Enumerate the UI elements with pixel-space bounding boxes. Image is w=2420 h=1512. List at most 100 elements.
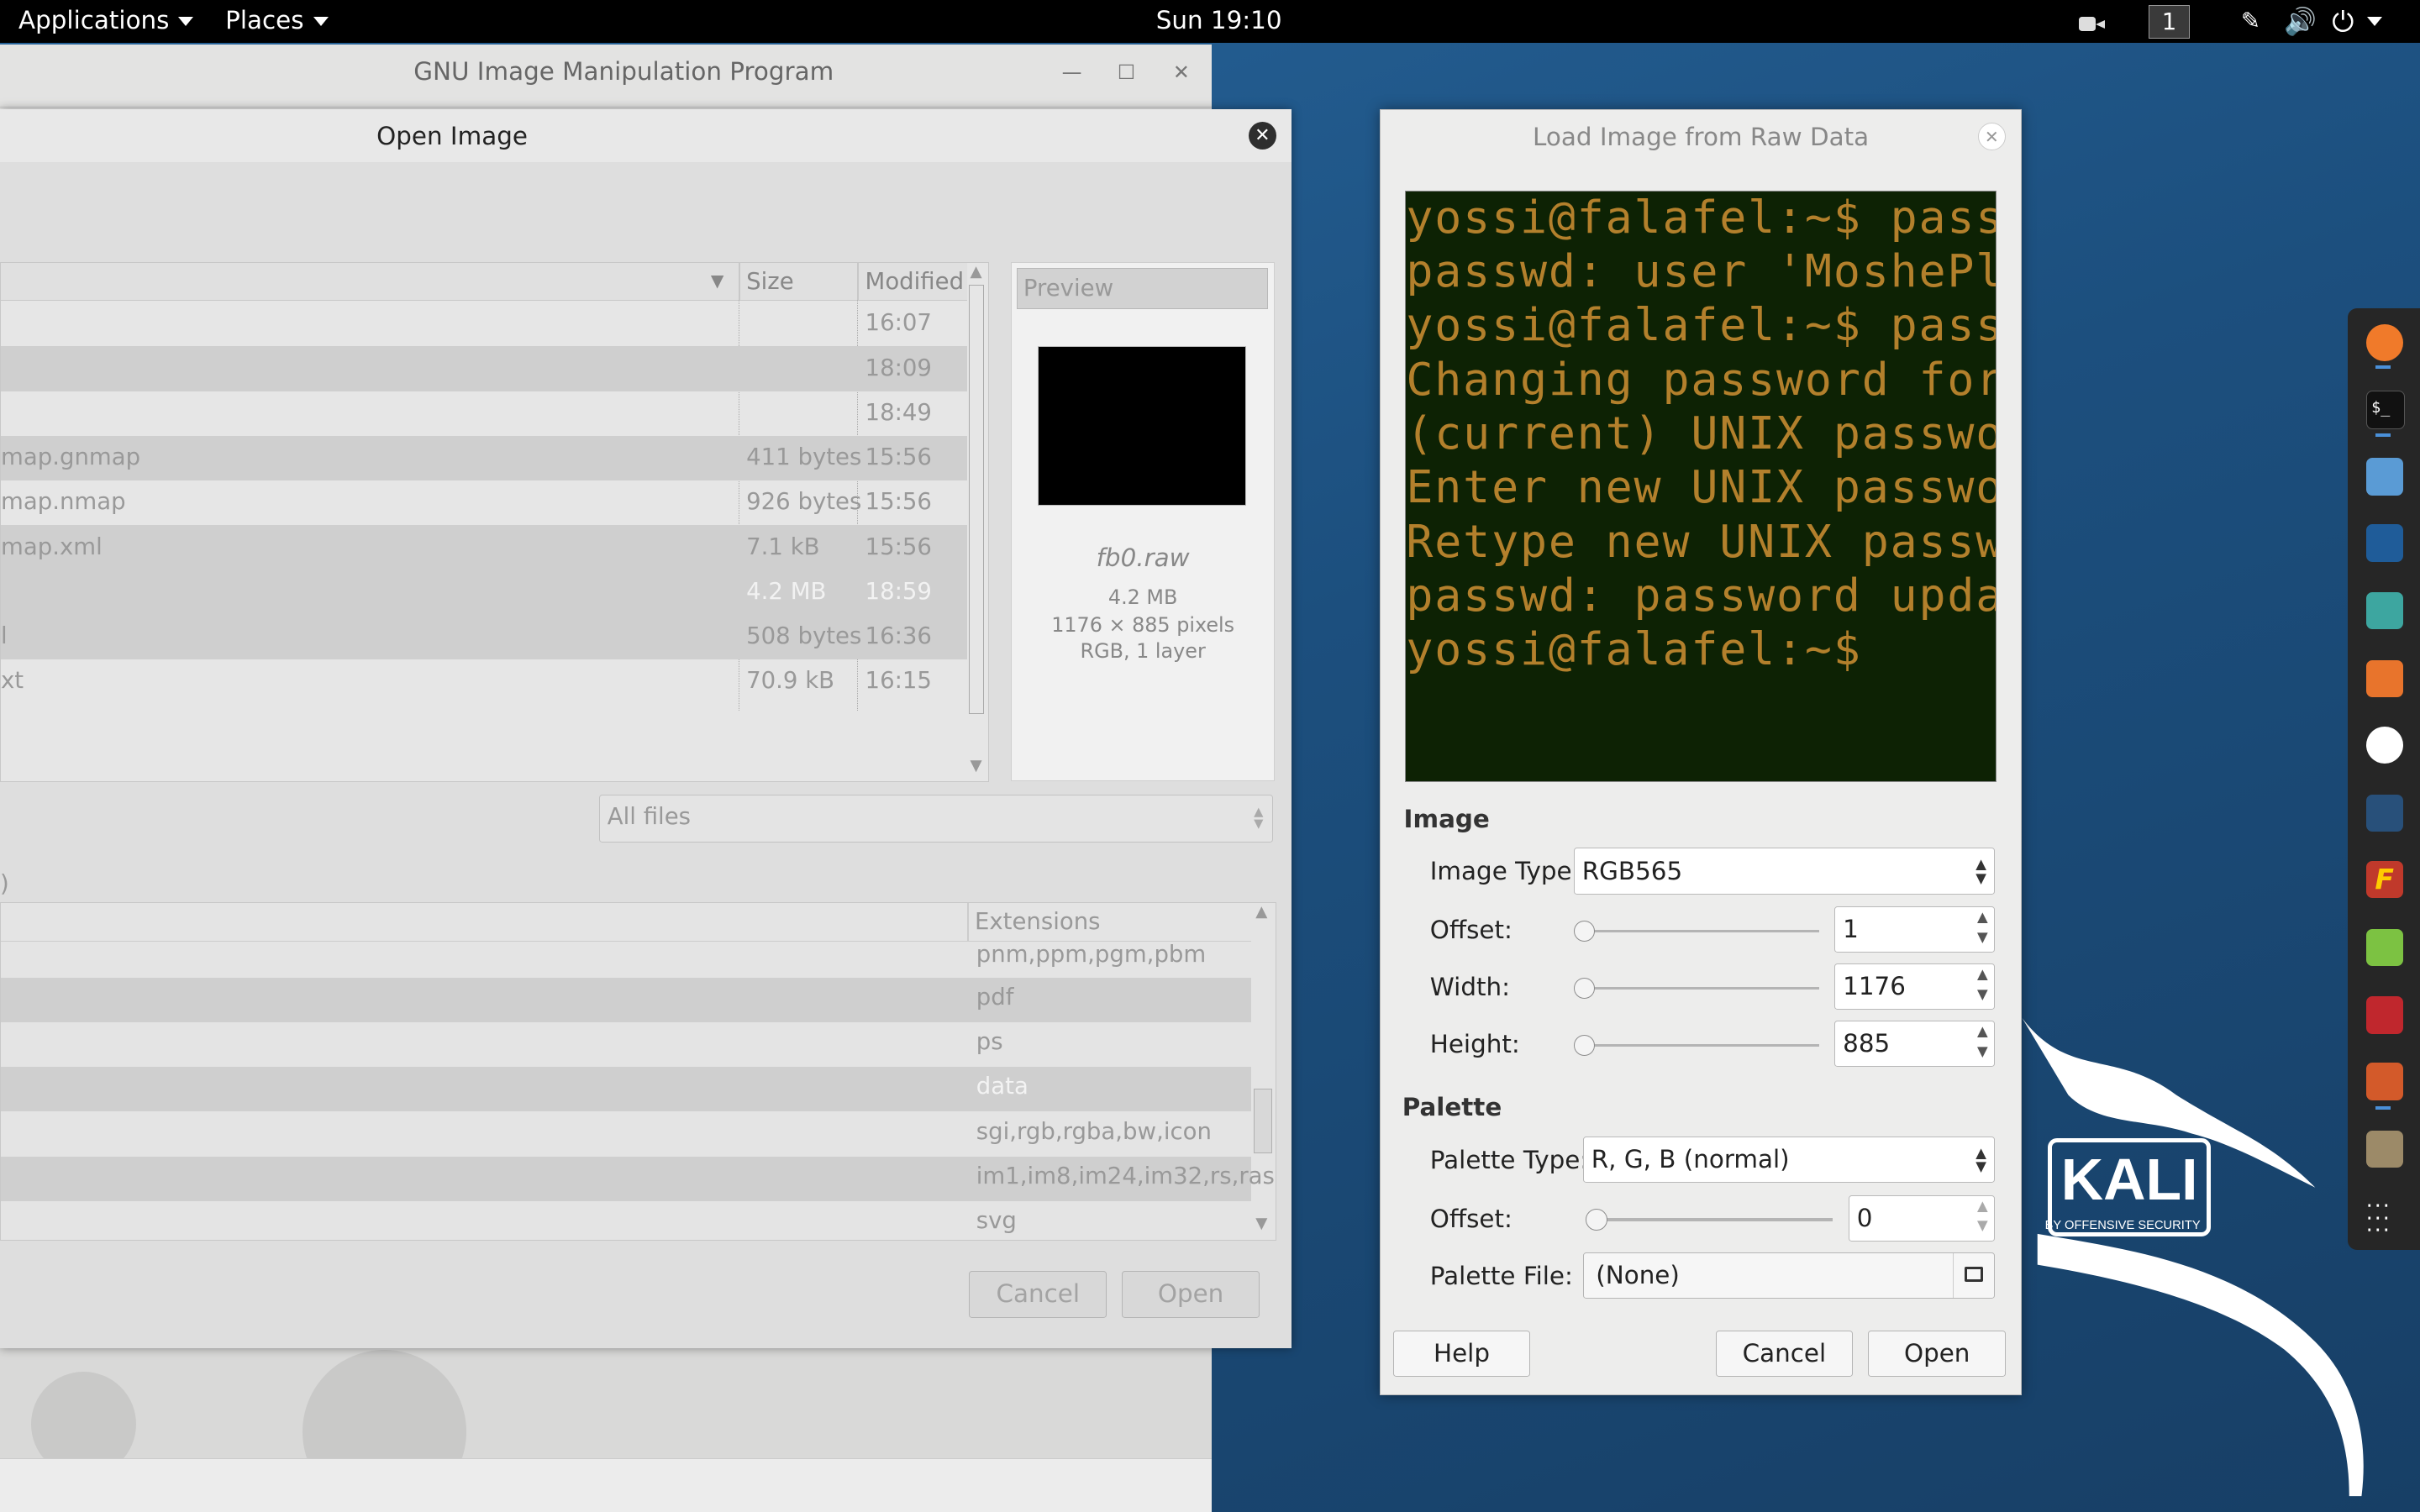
type-row-selected[interactable]: data — [1, 1067, 1251, 1112]
scroll-thumb[interactable] — [968, 284, 984, 714]
leafpad-icon[interactable] — [2365, 928, 2403, 966]
scroll-up-icon[interactable]: ▲ — [1255, 903, 1267, 921]
spinner-arrows-icon[interactable]: ▲ ▼ — [1971, 1196, 1995, 1241]
burpsuite-icon[interactable] — [2365, 660, 2403, 698]
file-row[interactable]: map.nmap 926 bytes 15:56 — [1, 480, 967, 525]
file-row[interactable]: map.gnmap 411 bytes 15:56 — [1, 435, 967, 481]
file-row[interactable]: l 508 bytes 16:36 — [1, 614, 967, 660]
folder-icon — [1953, 1252, 1994, 1298]
app-grid-icon[interactable]: ⋅⋅⋅ ⋅⋅⋅ ⋅⋅⋅ — [2366, 1195, 2403, 1242]
applications-label: Applications — [18, 6, 170, 35]
height-slider-knob[interactable] — [1573, 1034, 1596, 1057]
column-extensions[interactable]: Extensions — [975, 908, 1101, 935]
open-button[interactable]: Open — [1122, 1271, 1260, 1318]
file-row-selected[interactable]: 4.2 MB 18:59 — [1, 570, 967, 615]
scroll-thumb[interactable] — [1254, 1088, 1273, 1153]
beef-icon[interactable] — [2365, 727, 2403, 764]
offset-spinner[interactable]: 1 ▲ ▼ — [1833, 906, 1996, 953]
sort-arrow-icon[interactable]: ▼ — [711, 270, 724, 291]
places-menu[interactable]: Places — [225, 6, 329, 34]
close-icon[interactable]: ✕ — [1248, 122, 1276, 150]
applications-menu[interactable]: Applications — [18, 6, 194, 35]
type-row[interactable]: pnm,ppm,pgm,pbm — [1, 941, 1251, 974]
extensions-header: Extensions — [1, 903, 1251, 942]
file-row[interactable]: xt 70.9 kB 16:15 — [1, 659, 967, 704]
open-dialog-titlebar: Open Image ✕ — [0, 109, 1292, 162]
file-type-list[interactable]: Extensions pnm,ppm,pgm,pbm pdf ps data s… — [0, 902, 1277, 1241]
scroll-down-icon[interactable]: ▼ — [970, 757, 981, 774]
scroll-up-icon[interactable]: ▲ — [970, 263, 981, 281]
palette-offset-slider[interactable] — [1597, 1218, 1833, 1221]
kismet-icon[interactable] — [2365, 794, 2403, 832]
type-row[interactable]: svg — [1, 1201, 1251, 1238]
preview-header[interactable]: Preview — [1016, 267, 1269, 310]
armitage-icon[interactable] — [2365, 592, 2403, 630]
video-icon[interactable] — [2079, 11, 2107, 33]
type-row[interactable]: pdf — [1, 977, 1251, 1022]
palette-section-heading: Palette — [1402, 1093, 1502, 1122]
file-row[interactable]: 18:49 — [1, 391, 967, 436]
type-row[interactable]: ps — [1, 1022, 1251, 1067]
firefox-icon[interactable] — [2365, 323, 2403, 361]
column-modified[interactable]: Modified — [865, 268, 965, 295]
gimp-icon[interactable] — [2365, 1131, 2403, 1168]
terminal-line: Enter new UNIX passwor — [1406, 461, 1996, 514]
spinner-arrows-icon[interactable]: ▲ ▼ — [1971, 964, 1995, 1009]
width-spinner[interactable]: 1176 ▲ ▼ — [1833, 963, 1996, 1011]
file-row[interactable]: map.xml 7.1 kB 15:56 — [1, 525, 967, 570]
updown-icon: ▲ ▼ — [1975, 856, 1986, 886]
files-icon[interactable] — [2365, 458, 2403, 496]
width-slider-knob[interactable] — [1573, 977, 1596, 1000]
file-filter-select[interactable]: All files ▲ ▼ — [598, 794, 1274, 843]
volume-icon[interactable]: 🔊 — [2284, 6, 2317, 37]
cancel-button[interactable]: Cancel — [1715, 1331, 1854, 1378]
file-row[interactable]: 18:09 — [1, 346, 967, 391]
faraday-icon[interactable]: F — [2365, 860, 2403, 898]
minimize-icon[interactable]: — — [1062, 60, 1082, 84]
close-icon[interactable]: ✕ — [1173, 60, 1190, 84]
palette-file-chooser[interactable]: (None) — [1582, 1252, 1996, 1299]
preview-thumbnail — [1038, 346, 1247, 506]
terminal-red-icon[interactable] — [2365, 996, 2403, 1034]
workspace-indicator[interactable]: 1 — [2148, 4, 2191, 39]
column-divider — [857, 263, 860, 301]
help-button[interactable]: Help — [1392, 1331, 1531, 1378]
power-icon[interactable]: ⏻ — [2332, 5, 2354, 39]
network-icon[interactable]: ✎ — [2241, 8, 2265, 34]
palette-offset-spinner[interactable]: 0 ▲ ▼ — [1848, 1194, 1996, 1242]
updown-icon: ▲ ▼ — [1254, 804, 1264, 832]
gimp-titlebar: GNU Image Manipulation Program — ☐ ✕ — [0, 45, 1212, 108]
file-list-scrollbar[interactable]: ▲ ▼ — [966, 263, 987, 782]
palette-offset-slider-knob[interactable] — [1586, 1209, 1607, 1231]
maximize-icon[interactable]: ☐ — [1118, 60, 1135, 84]
terminal-line: passwd: user 'MoshePlz — [1406, 245, 1996, 298]
file-row[interactable]: 16:07 — [1, 302, 967, 346]
spinner-arrows-icon[interactable]: ▲ ▼ — [1971, 907, 1995, 952]
width-slider[interactable] — [1584, 986, 1819, 990]
cancel-button[interactable]: Cancel — [969, 1271, 1107, 1318]
metasploit-icon[interactable] — [2365, 524, 2403, 562]
spinner-arrows-icon[interactable]: ▲ ▼ — [1971, 1021, 1995, 1066]
reports-icon[interactable] — [2365, 1063, 2403, 1100]
offset-slider-knob[interactable] — [1573, 920, 1596, 942]
terminal-icon[interactable]: $_ — [2365, 390, 2405, 429]
offset-slider[interactable] — [1584, 929, 1819, 933]
height-spinner[interactable]: 885 ▲ ▼ — [1833, 1021, 1996, 1068]
column-size[interactable]: Size — [746, 268, 794, 295]
height-slider[interactable] — [1584, 1043, 1819, 1047]
clock[interactable]: Sun 19:10 — [1156, 6, 1282, 34]
type-row[interactable]: im1,im8,im24,im32,rs,ras — [1, 1156, 1275, 1201]
scroll-down-icon[interactable]: ▼ — [1255, 1215, 1267, 1232]
palette-type-select[interactable]: R, G, B (normal) ▲ ▼ — [1582, 1136, 1996, 1184]
image-type-select[interactable]: RGB565 ▲ ▼ — [1573, 848, 1996, 895]
type-list-scrollbar[interactable]: ▲ ▼ — [1253, 903, 1275, 1239]
chevron-down-icon[interactable] — [2367, 17, 2383, 27]
close-icon[interactable]: ✕ — [1977, 123, 2006, 151]
image-section-heading: Image — [1403, 804, 1490, 833]
file-type-label: ) — [0, 869, 9, 897]
column-divider — [966, 903, 969, 941]
file-list[interactable]: ▼ Size Modified 16:07 18:09 18:49 map.gn… — [0, 262, 990, 783]
top-panel: Applications Places Sun 19:10 1 ✎ 🔊 ⏻ — [0, 0, 2420, 44]
open-button[interactable]: Open — [1868, 1331, 2007, 1378]
type-row[interactable]: sgi,rgb,rgba,bw,icon — [1, 1111, 1251, 1156]
